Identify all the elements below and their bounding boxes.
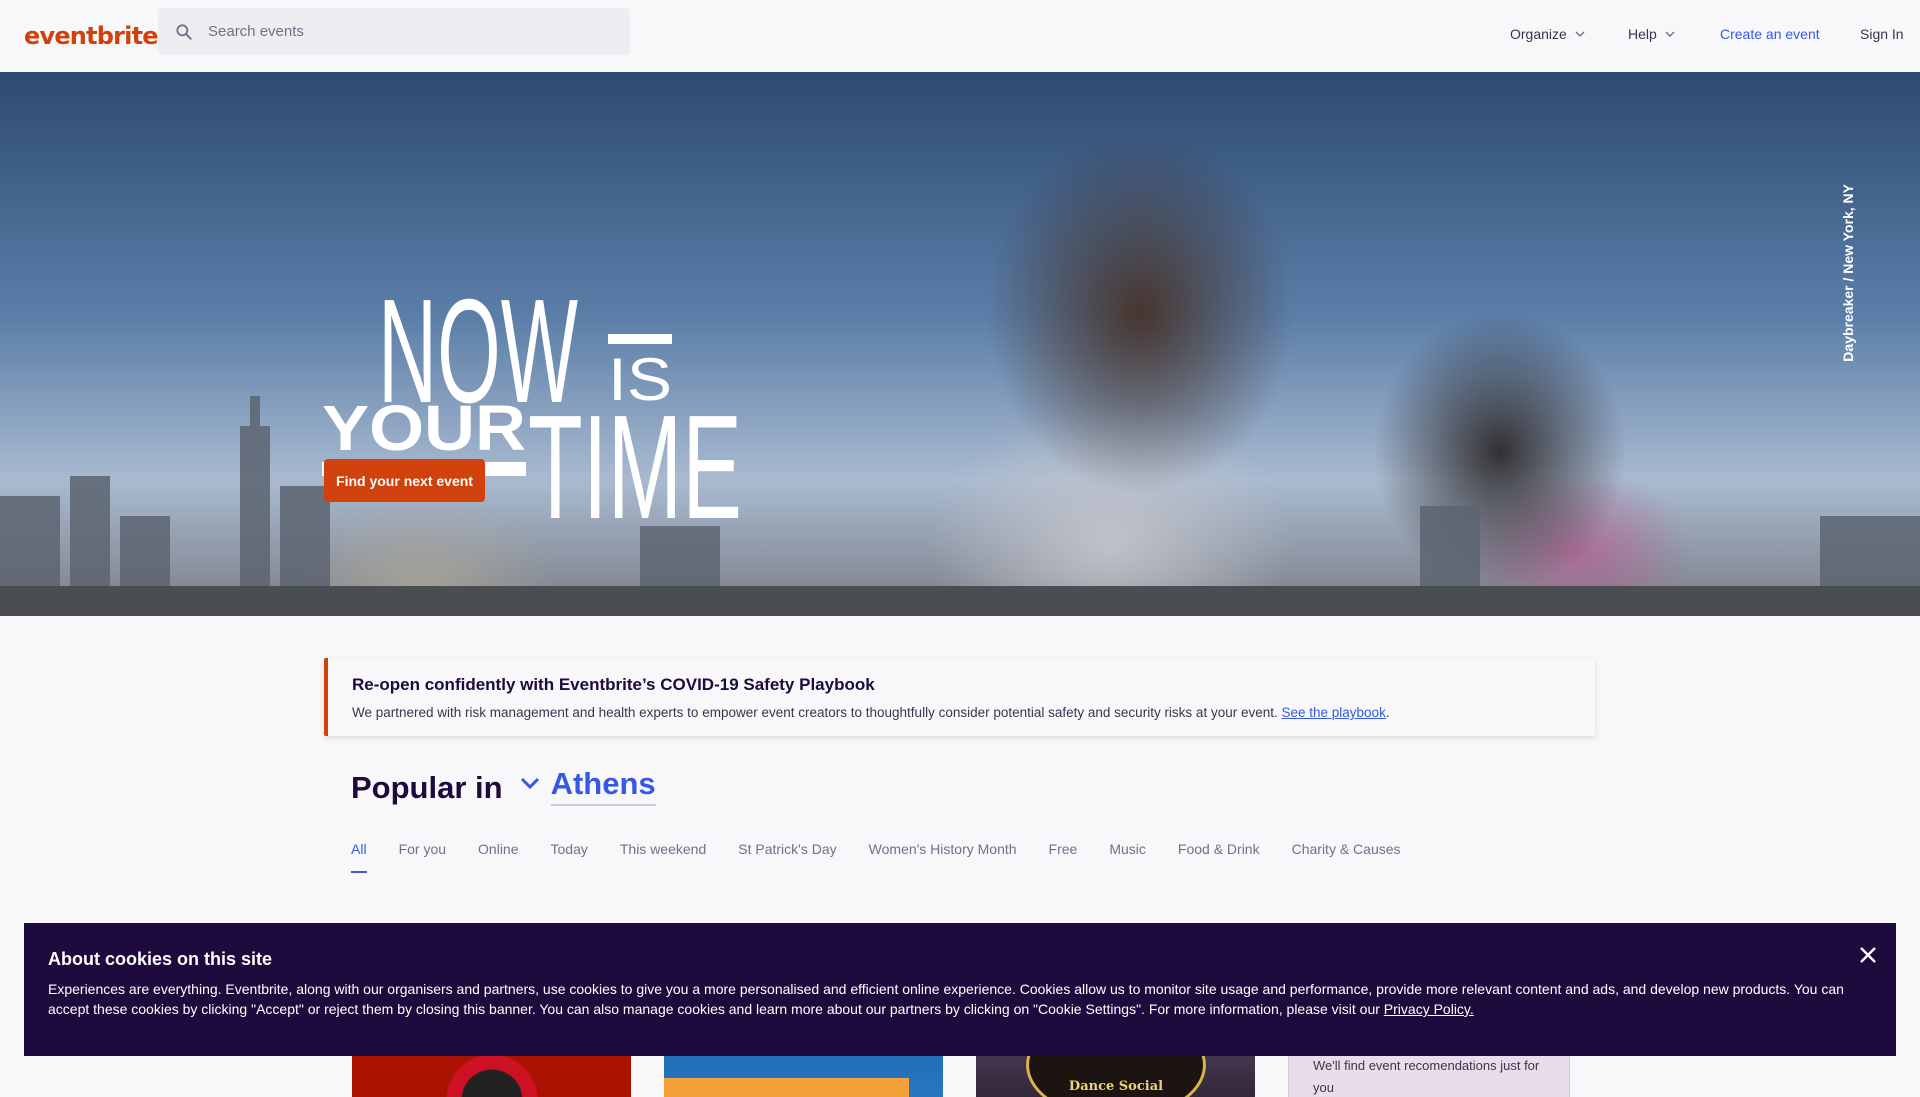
recommendations-text: We'll find event recomendations just for…	[1313, 1058, 1540, 1095]
chevron-down-icon[interactable]	[517, 770, 543, 796]
close-icon[interactable]	[1856, 943, 1880, 967]
covid-banner-title: Re-open confidently with Eventbrite’s CO…	[352, 675, 875, 694]
popular-in-label: Popular in	[351, 770, 503, 805]
tab-music[interactable]: Music	[1109, 841, 1146, 873]
cookie-banner: About cookies on this site Experiences a…	[24, 923, 1896, 1056]
tab-charity-causes[interactable]: Charity & Causes	[1292, 841, 1401, 873]
covid-safety-banner: Re-open confidently with Eventbrite’s CO…	[324, 658, 1595, 736]
event-card-logo-text: Dance Social	[1068, 1079, 1164, 1094]
eventbrite-logo[interactable]: eventbrite	[24, 22, 159, 50]
cookie-banner-title: About cookies on this site	[48, 949, 273, 969]
tab-st-patricks-day[interactable]: St Patrick's Day	[738, 841, 836, 873]
sign-in-link[interactable]: Sign In	[1860, 26, 1904, 42]
site-header: eventbrite Organize Help Create an event…	[0, 0, 1920, 72]
tab-this-weekend[interactable]: This weekend	[620, 841, 706, 873]
see-playbook-link[interactable]: See the playbook	[1281, 705, 1385, 720]
covid-banner-period: .	[1385, 705, 1390, 720]
covid-banner-body: We partnered with risk management and he…	[352, 705, 1282, 720]
covid-banner-text: We partnered with risk management and he…	[352, 705, 1390, 720]
find-next-event-button[interactable]: Find your next event	[324, 459, 485, 502]
hero-title-your: YOUR	[322, 392, 526, 464]
city-selector[interactable]: Athens	[550, 766, 656, 806]
search-icon	[176, 24, 192, 40]
privacy-policy-link[interactable]: Privacy Policy.	[1384, 1001, 1474, 1017]
photo-credit: Daybreaker / New York, NY	[1840, 184, 1856, 362]
help-label: Help	[1628, 26, 1657, 42]
organize-label: Organize	[1510, 26, 1567, 42]
cookie-banner-body: Experiences are everything. Eventbrite, …	[48, 981, 1844, 1017]
tab-for-you[interactable]: For you	[399, 841, 446, 873]
category-tabs: All For you Online Today This weekend St…	[351, 841, 1401, 873]
create-event-link[interactable]: Create an event	[1720, 26, 1820, 42]
organize-menu[interactable]: Organize	[1510, 26, 1587, 42]
cookie-banner-text: Experiences are everything. Eventbrite, …	[48, 979, 1848, 1019]
search-input[interactable]	[208, 8, 608, 55]
chevron-down-icon	[1665, 31, 1675, 37]
hero-banner: NOW IS YOUR TIME Find your next event Da…	[0, 72, 1920, 616]
tab-food-drink[interactable]: Food & Drink	[1178, 841, 1260, 873]
help-menu[interactable]: Help	[1628, 26, 1677, 42]
tab-all[interactable]: All	[351, 841, 367, 873]
tab-online[interactable]: Online	[478, 841, 518, 873]
tab-womens-history-month[interactable]: Women's History Month	[869, 841, 1017, 873]
chevron-down-icon	[1575, 31, 1585, 37]
event-card-image-strip	[664, 1078, 909, 1097]
search-bar[interactable]	[158, 8, 630, 55]
hero-title-time: TIME	[528, 385, 742, 530]
popular-in-heading: Popular in Athens	[351, 766, 656, 806]
tab-free[interactable]: Free	[1049, 841, 1078, 873]
city-skyline-illustration	[0, 396, 1920, 616]
tab-today[interactable]: Today	[551, 841, 588, 873]
